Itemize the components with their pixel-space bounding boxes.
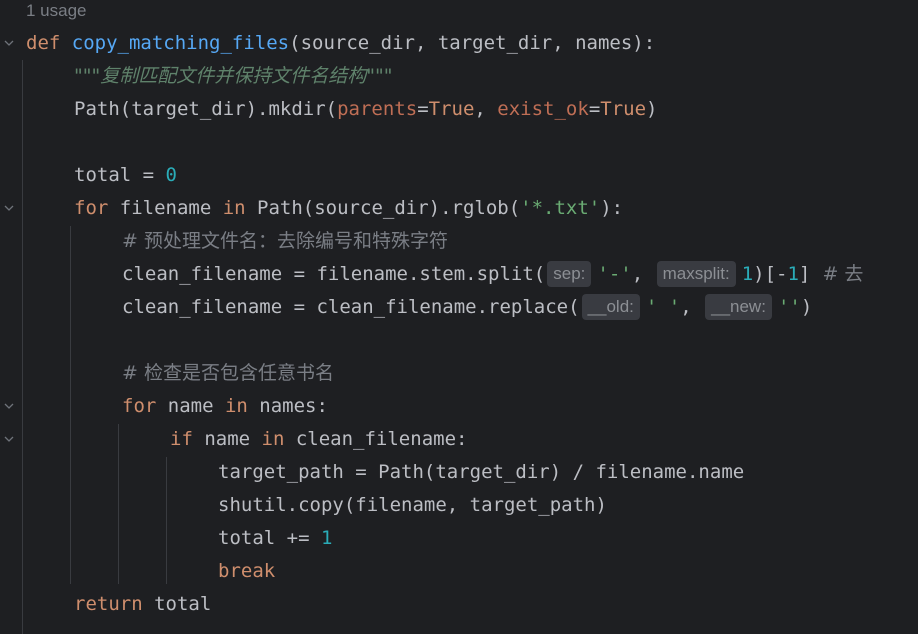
inlay-hint: __old: <box>581 294 640 320</box>
string-literal: ' ' <box>645 296 681 318</box>
keyword-in: in <box>222 197 246 219</box>
code-text: total = <box>74 164 166 186</box>
code-line[interactable]: # 预处理文件名：去除编号和特殊字符 <box>122 225 448 258</box>
fold-chevron-icon[interactable] <box>2 432 16 446</box>
keyword-def: def <box>26 32 61 54</box>
number-literal: 0 <box>165 164 177 186</box>
keyword-if: if <box>170 428 193 450</box>
named-arg: exist_ok <box>497 98 589 120</box>
string-literal: '-' <box>597 263 632 285</box>
editor-gutter <box>0 0 22 634</box>
function-params: (source_dir, target_dir, names): <box>289 32 656 54</box>
code-line[interactable]: def copy_matching_files(source_dir, targ… <box>26 27 655 60</box>
docstring: """复制匹配文件并保持文件名结构""" <box>74 65 393 87</box>
indent-guide <box>166 457 167 584</box>
code-text: , <box>680 296 704 318</box>
inlay-hint: maxsplit: <box>656 261 736 287</box>
code-text: = <box>417 98 429 120</box>
keyword-break: break <box>218 560 276 582</box>
code-line[interactable]: return total <box>74 588 211 621</box>
indent-guide <box>118 424 119 584</box>
fold-chevron-icon[interactable] <box>2 36 16 50</box>
number-literal: 1 <box>320 527 333 549</box>
code-text: total += <box>218 527 321 549</box>
indent-guide <box>22 60 23 634</box>
fold-chevron-icon[interactable] <box>2 201 16 215</box>
code-line[interactable]: target_path = Path(target_dir) / filenam… <box>218 456 744 489</box>
function-name: copy_matching_files <box>71 32 290 54</box>
string-literal: '*.txt' <box>520 197 601 219</box>
code-line[interactable]: total += 1 <box>218 522 332 555</box>
code-text: clean_filename = filename.stem.split( <box>122 263 546 285</box>
comment: # 去 <box>810 263 864 285</box>
code-line[interactable]: # 检查是否包含任意书名 <box>122 357 334 390</box>
code-text: ] <box>798 263 811 285</box>
code-text: )[- <box>753 263 788 285</box>
keyword-for: for <box>74 197 109 219</box>
code-line[interactable]: """复制匹配文件并保持文件名结构""" <box>74 60 392 93</box>
keyword-return: return <box>74 593 143 615</box>
code-line[interactable]: total = 0 <box>74 159 177 192</box>
code-text: name <box>156 395 225 417</box>
number-literal: 1 <box>741 263 754 285</box>
code-line[interactable]: for name in names: <box>122 390 328 423</box>
keyword-in: in <box>261 428 285 450</box>
named-arg: parents <box>337 98 418 120</box>
string-literal: '' <box>777 296 801 318</box>
code-line[interactable]: shutil.copy(filename, target_path) <box>218 489 607 522</box>
code-line[interactable]: clean_filename = clean_filename.replace(… <box>122 291 812 324</box>
inlay-hint: sep: <box>547 261 592 287</box>
keyword-for: for <box>122 395 157 417</box>
code-text: Path(source_dir).rglob( <box>245 197 521 219</box>
fold-chevron-icon[interactable] <box>2 399 16 413</box>
code-text: names: <box>247 395 328 417</box>
keyword-true: True <box>428 98 475 120</box>
code-text: ) <box>646 98 658 120</box>
comment: # 检查是否包含任意书名 <box>122 362 334 384</box>
code-text: target_path = Path(target_dir) / filenam… <box>218 461 745 483</box>
code-text: clean_filename: <box>284 428 468 450</box>
code-text: clean_filename = clean_filename.replace( <box>122 296 580 318</box>
number-literal: 1 <box>787 263 799 285</box>
code-text: filename <box>108 197 223 219</box>
indent-guide <box>70 226 71 584</box>
code-editor[interactable]: 1 usage def copy_matching_files(source_d… <box>0 0 918 634</box>
code-line[interactable]: for filename in Path(source_dir).rglob('… <box>74 192 623 225</box>
code-line[interactable]: clean_filename = filename.stem.split(sep… <box>122 258 863 291</box>
keyword-in: in <box>224 395 248 417</box>
code-text: shutil.copy(filename, target_path) <box>218 494 607 516</box>
keyword-true: True <box>600 98 647 120</box>
code-line[interactable]: break <box>218 555 275 588</box>
code-text: total <box>142 593 212 615</box>
code-text: , <box>631 263 655 285</box>
usage-hint[interactable]: 1 usage <box>26 0 87 22</box>
code-text: name <box>192 428 262 450</box>
inlay-hint: __new: <box>705 294 772 320</box>
code-text: Path(target_dir).mkdir( <box>74 98 338 120</box>
code-text: , <box>474 98 498 120</box>
code-text: ) <box>800 296 813 318</box>
code-line[interactable]: Path(target_dir).mkdir(parents=True, exi… <box>74 93 657 126</box>
comment: # 预处理文件名：去除编号和特殊字符 <box>122 230 448 252</box>
code-text: = <box>588 98 601 120</box>
code-line[interactable]: if name in clean_filename: <box>170 423 467 456</box>
code-text: ): <box>600 197 624 219</box>
